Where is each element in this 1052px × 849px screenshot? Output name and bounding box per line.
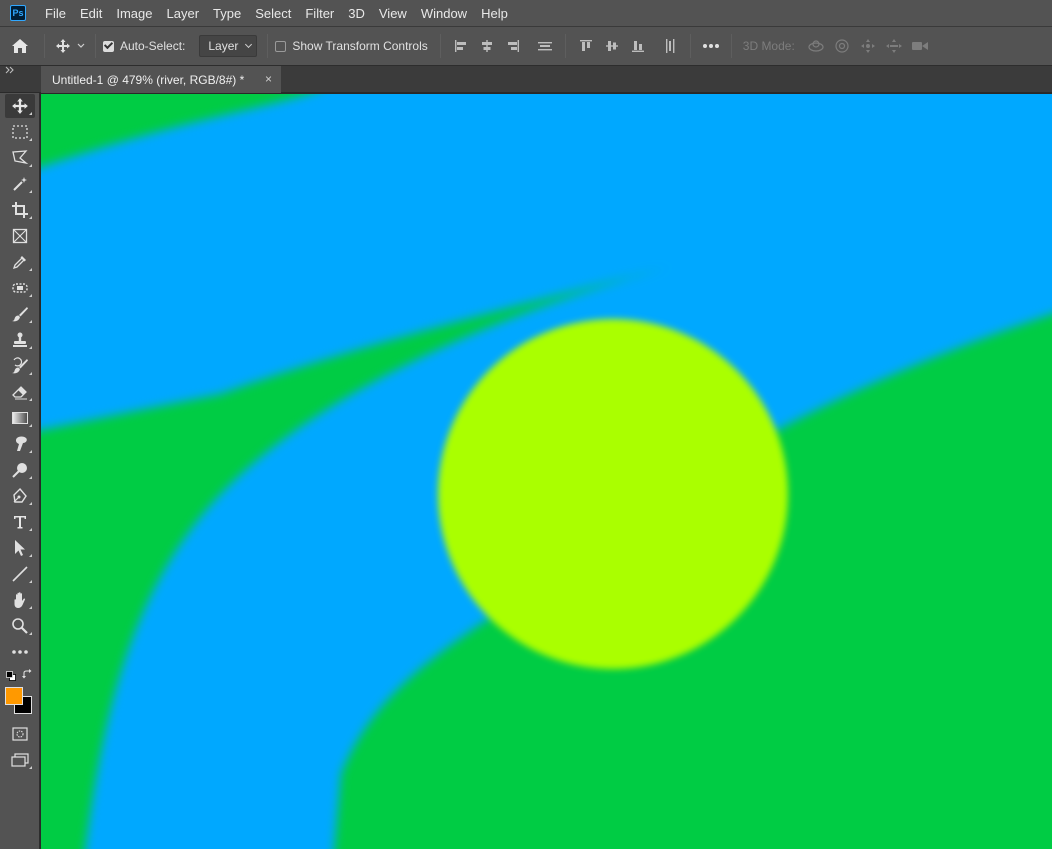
default-colors-icon[interactable] [6, 670, 16, 681]
close-icon[interactable]: × [265, 72, 272, 86]
align-bottom-edges-icon[interactable] [625, 35, 651, 57]
show-transform-controls-checkbox[interactable] [275, 40, 287, 52]
menu-layer[interactable]: Layer [160, 0, 207, 27]
roll-3d-camera-icon[interactable] [829, 35, 855, 57]
auto-select-checkbox[interactable] [103, 40, 114, 52]
menu-file[interactable]: File [38, 0, 73, 27]
gradient-icon[interactable] [5, 406, 35, 430]
photoshop-logo[interactable]: Ps [10, 5, 26, 21]
auto-select-target-value: Layer [208, 39, 239, 53]
chevron-down-icon[interactable] [74, 43, 88, 49]
document-tab-title: Untitled-1 @ 479% (river, RGB/8#) * [52, 72, 245, 87]
document-canvas[interactable] [41, 94, 1052, 849]
yellow-green-circle [438, 319, 788, 669]
menu-filter[interactable]: Filter [298, 0, 341, 27]
zoom-icon[interactable] [5, 614, 35, 638]
eraser-icon[interactable] [5, 380, 35, 404]
canvas-artwork[interactable] [41, 94, 1052, 849]
document-tab[interactable]: Untitled-1 @ 479% (river, RGB/8#) * × [41, 66, 281, 93]
zoom-3d-camera-icon[interactable] [907, 35, 933, 57]
menu-3d[interactable]: 3D [341, 0, 372, 27]
pen-icon[interactable] [5, 484, 35, 508]
align-right-edges-icon[interactable] [500, 35, 526, 57]
path-selection-icon[interactable] [5, 536, 35, 560]
dodge-icon[interactable] [5, 458, 35, 482]
more-options-icon[interactable] [698, 35, 724, 57]
menu-window[interactable]: Window [414, 0, 474, 27]
separator [267, 34, 269, 58]
auto-select-target-dropdown[interactable]: Layer [199, 35, 258, 57]
separator [564, 34, 566, 58]
eyedropper-icon[interactable] [5, 250, 35, 274]
move-tool-preset-icon[interactable] [52, 38, 74, 54]
options-bar: Auto-Select: Layer Show Transform Contro… [0, 27, 1052, 66]
distribute-horizontal-spacing-icon[interactable] [657, 35, 683, 57]
hand-icon[interactable] [5, 588, 35, 612]
menu-bar: Ps File Edit Image Layer Type Select Fil… [0, 0, 1052, 27]
screen-mode-icon[interactable] [5, 748, 35, 772]
crop-icon[interactable] [5, 198, 35, 222]
clone-stamp-icon[interactable] [5, 328, 35, 352]
line-icon[interactable] [5, 562, 35, 586]
menu-view[interactable]: View [372, 0, 414, 27]
home-icon[interactable] [0, 38, 40, 54]
separator [730, 34, 732, 58]
align-horizontal-centers-icon[interactable] [474, 35, 500, 57]
orbit-3d-camera-icon[interactable] [803, 35, 829, 57]
3d-mode-label: 3D Mode: [742, 39, 795, 53]
foreground-color-swatch[interactable] [5, 687, 23, 705]
separator [95, 34, 96, 58]
align-top-edges-icon[interactable] [573, 35, 599, 57]
swap-colors-icon[interactable] [22, 669, 33, 680]
polygonal-lasso-icon[interactable] [5, 146, 35, 170]
menu-image[interactable]: Image [109, 0, 159, 27]
frame-icon[interactable] [5, 224, 35, 248]
edit-toolbar-icon[interactable] [5, 640, 35, 664]
document-tab-bar: Untitled-1 @ 479% (river, RGB/8#) * × [0, 66, 1052, 93]
tools-panel [0, 93, 40, 849]
separator [689, 34, 691, 58]
collapse-panels-icon[interactable] [5, 66, 15, 76]
brush-icon[interactable] [5, 302, 35, 326]
separator [439, 34, 441, 58]
quick-mask-icon[interactable] [5, 722, 35, 746]
menu-select[interactable]: Select [248, 0, 298, 27]
type-icon[interactable] [5, 510, 35, 534]
spot-healing-brush-icon[interactable] [5, 276, 35, 300]
distribute-vertical-spacing-icon[interactable] [532, 35, 558, 57]
separator [44, 34, 45, 58]
show-transform-controls-label: Show Transform Controls [292, 39, 428, 53]
slide-3d-camera-icon[interactable] [881, 35, 907, 57]
align-vertical-centers-icon[interactable] [599, 35, 625, 57]
align-left-edges-icon[interactable] [448, 35, 474, 57]
menu-help[interactable]: Help [474, 0, 515, 27]
rectangular-marquee-icon[interactable] [5, 120, 35, 144]
chevron-down-icon [245, 40, 253, 49]
menu-type[interactable]: Type [206, 0, 248, 27]
move-tool-icon[interactable] [5, 94, 35, 118]
pan-3d-camera-icon[interactable] [855, 35, 881, 57]
auto-select-label: Auto-Select: [120, 39, 186, 53]
history-brush-icon[interactable] [5, 354, 35, 378]
menu-edit[interactable]: Edit [73, 0, 109, 27]
magic-wand-icon[interactable] [5, 172, 35, 196]
smudge-icon[interactable] [5, 432, 35, 456]
